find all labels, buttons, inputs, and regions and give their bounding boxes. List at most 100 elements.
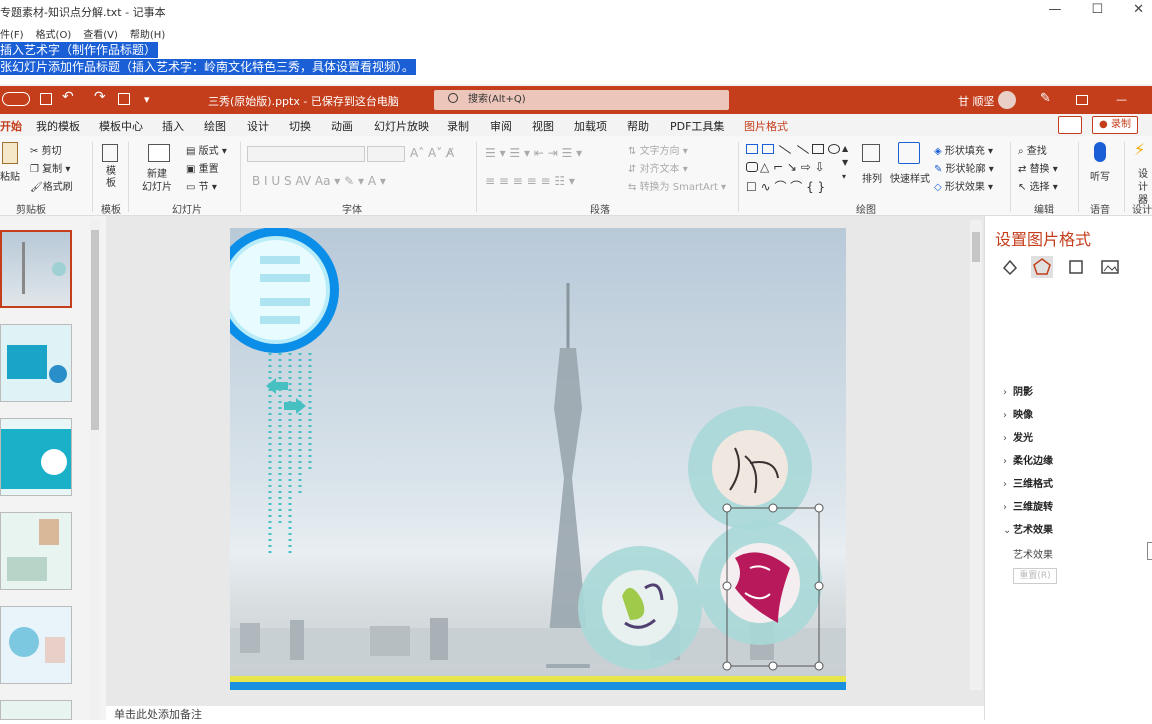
search-input[interactable]: 搜索(Alt+Q) [434, 90, 729, 110]
tab-help[interactable]: 帮助 [627, 118, 649, 134]
align-text-button[interactable]: ⇵ 对齐文本 ▾ [628, 160, 688, 175]
list-buttons[interactable]: ☰ ▾ ☰ ▾ ⇤ ⇥ ☰ ▾ [485, 146, 582, 160]
tab-addins[interactable]: 加载项 [574, 118, 607, 134]
present-icon[interactable] [118, 93, 130, 105]
maximize-button[interactable]: ☐ [1091, 2, 1103, 17]
section-reflection[interactable]: › 映像 [1003, 406, 1033, 421]
section-glow[interactable]: › 发光 [1003, 429, 1033, 444]
line-shape-icon[interactable] [778, 145, 792, 154]
text-direction-button[interactable]: ⇅ 文字方向 ▾ [628, 142, 688, 157]
thumbnail-scrollbar[interactable] [90, 220, 100, 720]
menu-help[interactable]: 帮助(H) [130, 26, 165, 41]
rectangle-shape-icon[interactable] [812, 144, 824, 154]
tab-picture-format[interactable]: 图片格式 [744, 118, 788, 134]
font-size-buttons[interactable]: A˄ A˅ A̸ [410, 146, 454, 160]
tab-my-templates[interactable]: 我的模板 [36, 118, 80, 134]
microphone-icon[interactable] [1094, 142, 1106, 162]
arrange-button[interactable]: 排列 [862, 170, 882, 185]
quick-styles-icon[interactable] [898, 142, 920, 164]
tab-home[interactable]: 开始 [0, 118, 22, 138]
artistic-effects-dropdown[interactable] [1147, 542, 1152, 560]
select-button[interactable]: ↖ 选择 ▾ [1018, 178, 1058, 193]
menu-view[interactable]: 查看(V) [83, 26, 118, 41]
ribbon-display-icon[interactable] [1076, 95, 1088, 105]
pen-icon[interactable]: ✎ [1040, 91, 1051, 106]
fill-line-icon[interactable] [999, 256, 1021, 278]
paste-icon[interactable] [2, 142, 18, 164]
reset-button[interactable]: 重置(R) [1013, 568, 1057, 584]
shape-outline-button[interactable]: ✎ 形状轮廓 ▾ [934, 160, 994, 175]
picture-icon[interactable] [1099, 256, 1121, 278]
slide-thumbnail-1[interactable] [0, 230, 72, 308]
align-buttons[interactable]: ≡ ≡ ≡ ≡ ≡ ☷ ▾ [485, 174, 575, 188]
close-button[interactable]: ✕ [1133, 2, 1144, 17]
slide-thumbnail-6[interactable] [0, 700, 72, 720]
tab-record[interactable]: 录制 [447, 118, 469, 134]
slide-thumbnail-2[interactable] [0, 324, 72, 402]
tab-insert[interactable]: 插入 [162, 118, 184, 134]
scrollbar-thumb[interactable] [972, 232, 980, 262]
size-properties-icon[interactable] [1065, 256, 1087, 278]
new-slide-button[interactable]: 新建 幻灯片 [142, 168, 172, 194]
notepad-selected-line-1[interactable]: 插入艺术字（制作作品标题） [0, 42, 159, 58]
cut-button[interactable]: ✂ 剪切 [30, 142, 62, 157]
slide-scrollbar[interactable] [970, 220, 982, 690]
autosave-toggle[interactable] [2, 92, 30, 106]
quick-styles-button[interactable]: 快速样式 [890, 170, 930, 185]
more-shapes-row-2[interactable]: △ ⌐ ↘ ⇨ ⇩ [760, 160, 825, 174]
rounded-rect-shape-icon[interactable] [746, 162, 758, 172]
textbox-shape-icon[interactable] [746, 144, 758, 154]
tab-animations[interactable]: 动画 [331, 118, 353, 134]
record-button[interactable]: ● 录制 [1092, 116, 1138, 134]
effects-icon[interactable] [1031, 256, 1053, 278]
smartart-button[interactable]: ⇆ 转换为 SmartArt ▾ [628, 178, 726, 193]
section-3d-format[interactable]: › 三维格式 [1003, 475, 1053, 490]
opera-face-circle-image[interactable] [698, 521, 822, 645]
slide-thumbnail-4[interactable] [0, 512, 72, 590]
tab-view[interactable]: 视图 [532, 118, 554, 134]
find-button[interactable]: ⌕ 查找 [1018, 142, 1047, 157]
comments-button[interactable] [1058, 116, 1082, 134]
layout-button[interactable]: ▤ 版式 ▾ [186, 142, 227, 157]
section-artistic-effects[interactable]: ⌄ 艺术效果 [1003, 521, 1053, 536]
section-soft-edges[interactable]: › 柔化边缘 [1003, 452, 1053, 467]
paste-button[interactable]: 粘贴 [0, 168, 20, 183]
minimize-button[interactable]: — [1116, 93, 1127, 106]
new-slide-icon[interactable] [148, 144, 170, 162]
template-icon[interactable] [102, 144, 118, 162]
tab-template-center[interactable]: 模板中心 [99, 118, 143, 134]
font-size-select[interactable] [367, 146, 405, 162]
notepad-selected-line-2[interactable]: 张幻灯片添加作品标题（插入艺术字：岭南文化特色三秀，具体设置看视频）。 [0, 59, 417, 75]
font-name-select[interactable] [247, 146, 365, 162]
tab-slideshow[interactable]: 幻灯片放映 [374, 118, 429, 134]
music-circle-image[interactable] [578, 546, 702, 670]
slide[interactable] [230, 228, 846, 690]
menu-file[interactable]: 件(F) [0, 26, 24, 41]
scrollbar-thumb[interactable] [91, 230, 99, 430]
reset-button[interactable]: ▣ 重置 [186, 160, 219, 175]
arrange-icon[interactable] [862, 144, 880, 162]
slide-editing-area[interactable] [106, 216, 984, 720]
vertical-textbox-icon[interactable] [762, 144, 774, 154]
tab-pdf-tools[interactable]: PDF工具集 [670, 118, 724, 134]
shapes-scroll[interactable]: ▲ ▼ ▾ [842, 142, 848, 184]
redo-icon[interactable]: ↷ [94, 89, 106, 105]
shape-effects-button[interactable]: ◇ 形状效果 ▾ [934, 178, 993, 193]
tab-review[interactable]: 审阅 [490, 118, 512, 134]
shapes-gallery[interactable]: △ ⌐ ↘ ⇨ ⇩ ☐ ∿ ⌒ ⌒ { } [744, 142, 854, 194]
more-shapes-row-3[interactable]: ☐ ∿ ⌒ ⌒ { } [746, 178, 825, 195]
format-painter-button[interactable]: 🖌格式刷 [30, 178, 73, 193]
tab-transitions[interactable]: 切换 [289, 118, 311, 134]
copy-button[interactable]: ❐ 复制 ▾ [30, 160, 70, 175]
minimize-button[interactable]: — [1048, 2, 1061, 17]
embroidery-circle-image[interactable] [688, 406, 812, 530]
avatar[interactable] [998, 91, 1016, 109]
oval-shape-icon[interactable] [828, 144, 840, 154]
slide-thumbnail-3[interactable] [0, 418, 72, 496]
replace-button[interactable]: ⇄ 替换 ▾ [1018, 160, 1058, 175]
slide-thumbnail-5[interactable] [0, 606, 72, 684]
section-button[interactable]: ▭ 节 ▾ [186, 178, 217, 193]
customize-qat-icon[interactable]: ▾ [144, 93, 150, 106]
emblem-circle[interactable] [230, 228, 339, 353]
designer-icon[interactable]: ⚡ [1134, 140, 1145, 159]
